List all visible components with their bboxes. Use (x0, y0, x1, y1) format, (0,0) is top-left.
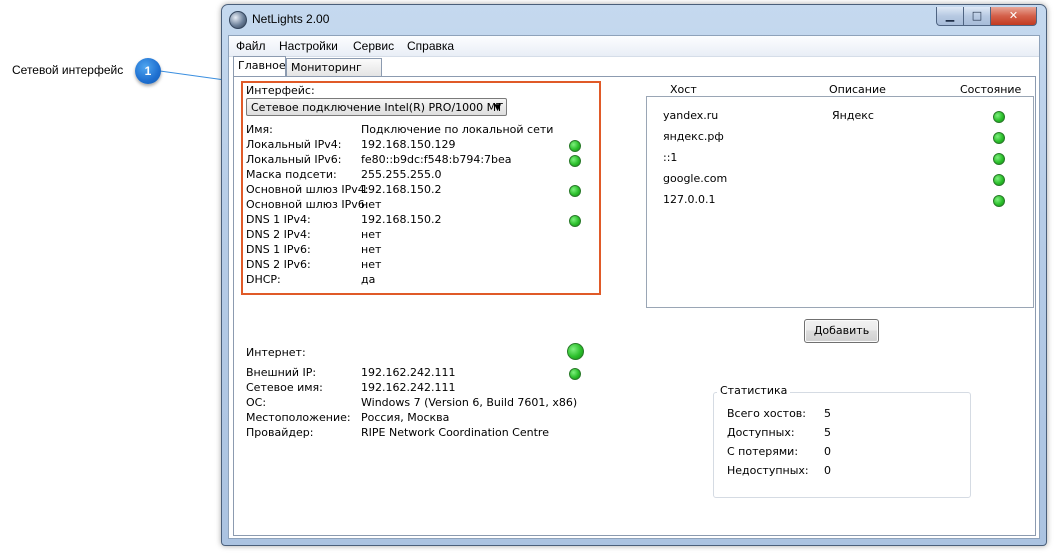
detail-key: DNS 1 IPv6: (246, 243, 311, 256)
host-status-ok-icon (993, 195, 1005, 207)
menu-file[interactable]: Файл (236, 39, 266, 53)
stat-key: Доступных: (727, 426, 795, 439)
internet-key: Провайдер: (246, 426, 314, 439)
host-name: яндекс.рф (663, 130, 724, 143)
host-name: ::1 (663, 151, 678, 164)
detail-value: нет (361, 198, 382, 211)
status-ok-icon (569, 155, 581, 167)
internet-key: Местоположение: (246, 411, 351, 424)
detail-key: Локальный IPv6: (246, 153, 342, 166)
internet-label: Интернет: (246, 346, 306, 359)
host-status-ok-icon (993, 132, 1005, 144)
host-name: google.com (663, 172, 728, 185)
detail-key: Основной шлюз IPv6: (246, 198, 369, 211)
detail-value: нет (361, 243, 382, 256)
interface-select-value: Сетевое подключение Intel(R) PRO/1000 MT (251, 101, 503, 114)
detail-key: DNS 1 IPv4: (246, 213, 311, 226)
status-ok-icon (569, 185, 581, 197)
callout-label: Сетевой интерфейс (12, 63, 124, 77)
internet-value: 192.162.242.111 (361, 366, 456, 379)
stat-value: 0 (824, 445, 831, 458)
title-bar: NetLights 2.00 ▁ □ ✕ (222, 5, 1046, 35)
detail-key: Имя: (246, 123, 273, 136)
stat-value: 0 (824, 464, 831, 477)
stat-key: С потерями: (727, 445, 799, 458)
tab-main[interactable]: Главное (233, 56, 286, 76)
interface-label: Интерфейс: (246, 84, 315, 97)
host-status-ok-icon (993, 174, 1005, 186)
close-icon: ✕ (1008, 9, 1019, 22)
stat-key: Всего хостов: (727, 407, 806, 420)
status-ok-icon (569, 215, 581, 227)
internet-value: Россия, Москва (361, 411, 450, 424)
detail-value: нет (361, 228, 382, 241)
hosts-header-host: Хост (670, 83, 697, 96)
hosts-list[interactable]: yandex.ru Яндексяндекс.рф::1google.com127… (646, 96, 1034, 308)
minimize-icon: ▁ (945, 9, 955, 22)
callout-badge: 1 (135, 58, 161, 84)
detail-value: fe80::b9dc:f548:b794:7bea (361, 153, 512, 166)
menu-help[interactable]: Справка (407, 39, 454, 53)
detail-key: Локальный IPv4: (246, 138, 342, 151)
statistics-title: Статистика (717, 384, 791, 397)
maximize-button[interactable]: □ (963, 7, 991, 26)
detail-key: DNS 2 IPv4: (246, 228, 311, 241)
stat-key: Недоступных: (727, 464, 809, 477)
interface-select[interactable]: Сетевое подключение Intel(R) PRO/1000 MT… (246, 98, 507, 116)
detail-key: DHCP: (246, 273, 281, 286)
chevron-down-icon: ▼ (494, 103, 501, 113)
client-area: Файл Настройки Сервис Справка Главное Мо… (228, 35, 1040, 539)
detail-value: нет (361, 258, 382, 271)
tab-network-monitoring[interactable]: Мониторинг сети (286, 58, 382, 92)
menu-settings[interactable]: Настройки (279, 39, 338, 53)
internet-value: 192.162.242.111 (361, 381, 456, 394)
tab-panel-main: Интерфейс: Сетевое подключение Intel(R) … (233, 76, 1036, 536)
host-description: Яндекс (832, 109, 874, 122)
detail-value: Подключение по локальной сети (361, 123, 554, 136)
internet-key: Сетевое имя: (246, 381, 323, 394)
detail-value: 192.168.150.2 (361, 183, 442, 196)
stat-value: 5 (824, 407, 831, 420)
internet-status-icon (567, 343, 584, 360)
menu-service[interactable]: Сервис (353, 39, 394, 53)
detail-key: Маска подсети: (246, 168, 337, 181)
app-globe-icon (229, 11, 247, 29)
status-ok-icon (569, 140, 581, 152)
internet-key: Внешний IP: (246, 366, 317, 379)
detail-value: 255.255.255.0 (361, 168, 442, 181)
host-name: 127.0.0.1 (663, 193, 716, 206)
maximize-icon: □ (971, 9, 983, 22)
status-ok-icon (569, 368, 581, 380)
internet-value: RIPE Network Coordination Centre (361, 426, 549, 439)
hosts-header-status: Состояние (960, 83, 1022, 96)
internet-key: ОС: (246, 396, 267, 409)
app-window: NetLights 2.00 ▁ □ ✕ Файл Настройки Серв… (221, 4, 1047, 546)
detail-value: 192.168.150.129 (361, 138, 456, 151)
menu-bar: Файл Настройки Сервис Справка (229, 36, 1039, 57)
hosts-header-description: Описание (829, 83, 886, 96)
minimize-button[interactable]: ▁ (936, 7, 964, 26)
host-status-ok-icon (993, 111, 1005, 123)
close-button[interactable]: ✕ (990, 7, 1037, 26)
window-title: NetLights 2.00 (252, 12, 330, 26)
detail-value: да (361, 273, 376, 286)
internet-value: Windows 7 (Version 6, Build 7601, x86) (361, 396, 578, 409)
detail-key: Основной шлюз IPv4: (246, 183, 369, 196)
detail-value: 192.168.150.2 (361, 213, 442, 226)
add-host-button[interactable]: Добавить (804, 319, 879, 343)
stat-value: 5 (824, 426, 831, 439)
host-name: yandex.ru (663, 109, 719, 122)
host-status-ok-icon (993, 153, 1005, 165)
detail-key: DNS 2 IPv6: (246, 258, 311, 271)
